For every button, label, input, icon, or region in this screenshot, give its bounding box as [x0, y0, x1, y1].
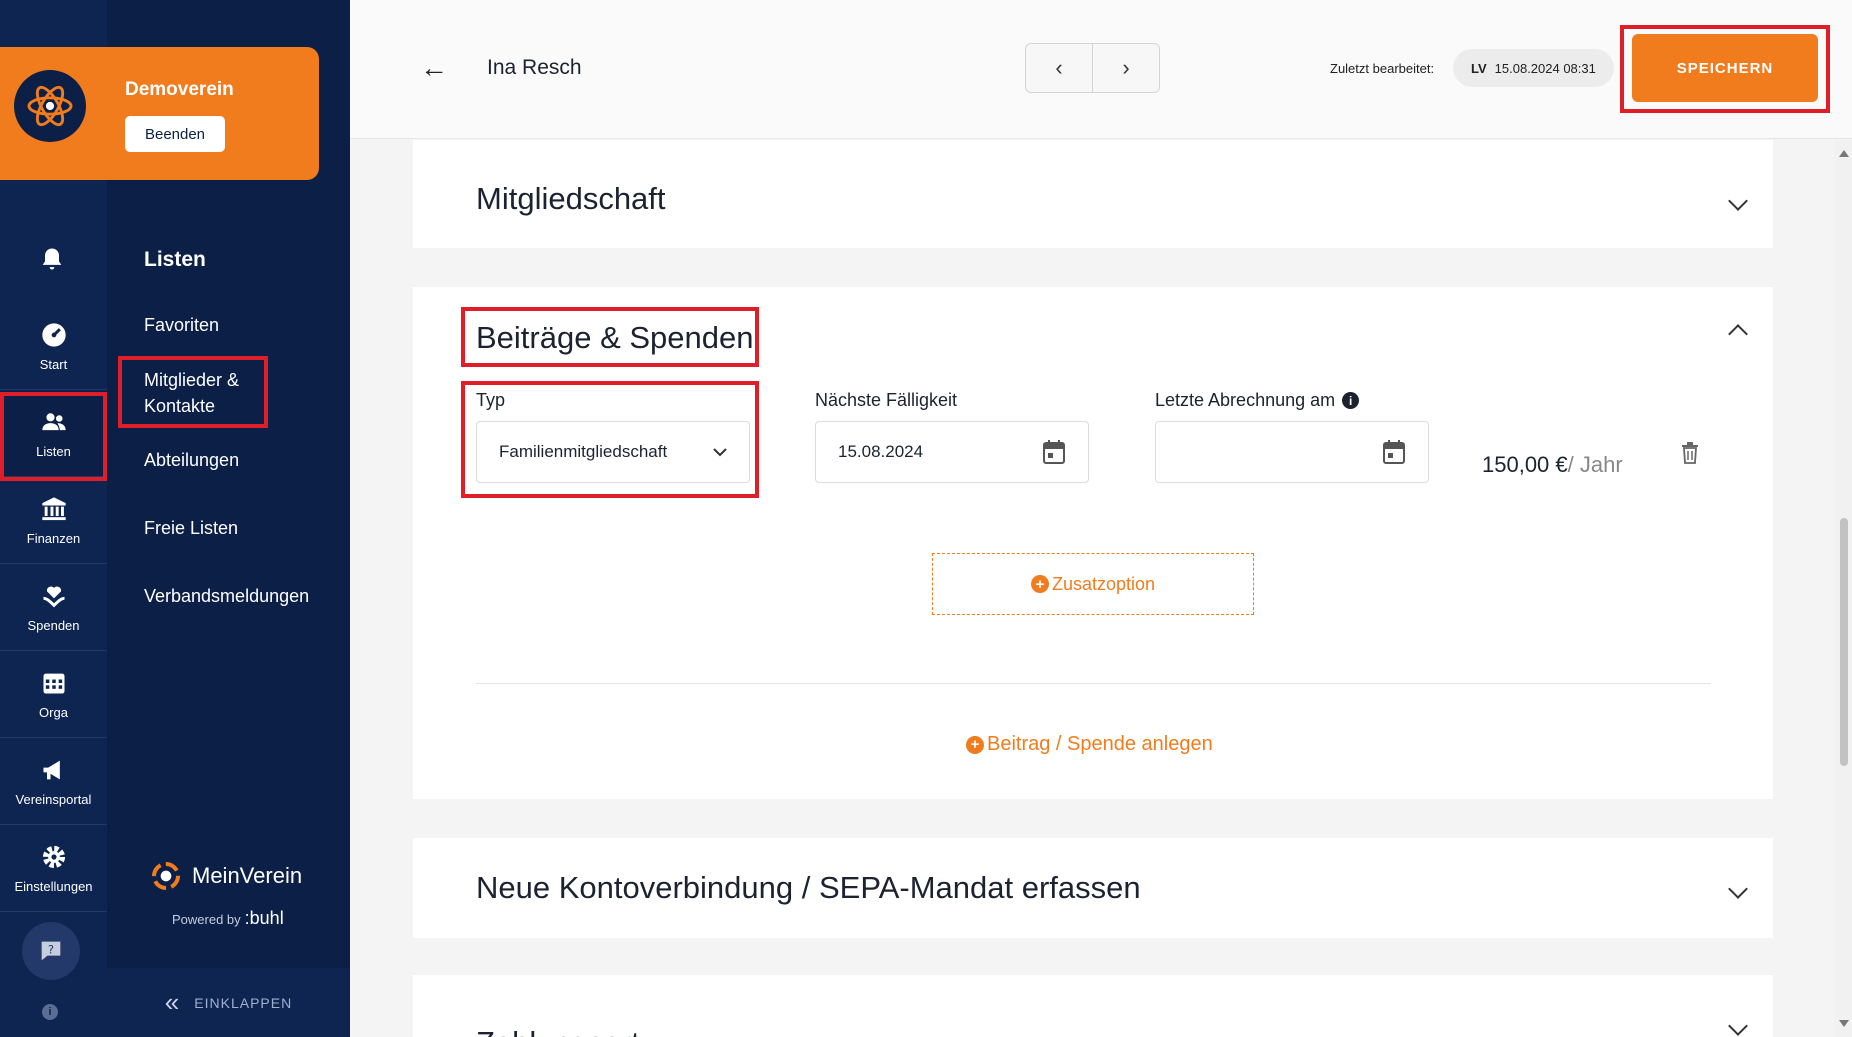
nav-title: Listen	[144, 248, 206, 271]
rail-item-finanzen[interactable]: Finanzen	[0, 478, 107, 564]
megaphone-icon	[43, 760, 60, 780]
chevron-down-icon[interactable]	[1728, 1016, 1748, 1036]
scroll-up-arrow-icon[interactable]	[1839, 150, 1849, 157]
editor-initials: LV	[1471, 60, 1487, 76]
club-logo-icon	[14, 70, 86, 142]
nav-item-mitglieder-kontakte[interactable]: Mitglieder & Kontakte	[144, 367, 264, 419]
chevron-up-icon[interactable]	[1728, 324, 1748, 344]
save-button[interactable]: SPEICHERN	[1632, 34, 1818, 102]
type-value: Familienmitgliedschaft	[499, 442, 668, 461]
amount-display: 150,00 €/ Jahr	[1482, 452, 1623, 478]
rail-item-label: Einstellungen	[14, 879, 93, 894]
users-icon	[41, 413, 66, 431]
rail-item-start[interactable]: Start	[0, 304, 107, 390]
due-date-value: 15.08.2024	[838, 442, 924, 461]
edited-at: 15.08.2024 08:31	[1494, 60, 1596, 76]
chevron-down-icon[interactable]	[1728, 191, 1748, 211]
due-date-label: Nächste Fälligkeit	[815, 390, 958, 410]
section-title: Neue Kontoverbindung / SEPA-Mandat erfas…	[476, 870, 1141, 905]
svg-text:?: ?	[48, 942, 54, 956]
add-contribution-button[interactable]: + Beitrag / Spende anlegen	[966, 733, 1213, 756]
rail-item-label: Start	[39, 357, 68, 372]
last-edited-label: Zuletzt bearbeitet:	[1330, 61, 1435, 76]
extra-option-label: Zusatzoption	[1051, 573, 1156, 594]
chevron-down-icon	[713, 448, 727, 457]
brand-logo: MeinVerein	[150, 860, 302, 892]
rail-item-label: Finanzen	[26, 531, 81, 546]
support-chat-button[interactable]: ?	[22, 922, 80, 980]
section-contributions: Beiträge & Spenden Typ Familienmitglieds…	[413, 287, 1773, 799]
section-payment-method[interactable]: Zahlungsart	[413, 975, 1773, 1037]
person-name: Ina Resch	[487, 56, 582, 79]
rail-item-orga[interactable]: Orga	[0, 652, 107, 738]
rail-item-listen[interactable]: Listen	[0, 391, 107, 477]
calendar-icon	[43, 673, 64, 694]
club-card: Demoverein Beenden	[0, 47, 319, 180]
info-icon[interactable]: i	[42, 1004, 58, 1020]
gear-icon	[42, 845, 65, 869]
nav-item-abteilungen[interactable]: Abteilungen	[144, 447, 239, 473]
section-title: Mitgliedschaft	[476, 181, 666, 216]
donation-icon	[42, 586, 65, 608]
last-billing-field[interactable]	[1155, 421, 1429, 483]
nav-item-freie-listen[interactable]: Freie Listen	[144, 515, 238, 541]
last-billing-label: Letzte Abrechnung am	[1155, 390, 1336, 410]
meinverein-logo-icon	[152, 862, 180, 890]
brand-name: MeinVerein	[192, 863, 303, 888]
last-edited-badge: LV 15.08.2024 08:31	[1453, 49, 1614, 87]
plus-circle-icon: +	[966, 735, 984, 754]
add-contribution-label: Beitrag / Spende anlegen	[987, 733, 1213, 755]
collapse-label: EINKLAPPEN	[194, 994, 293, 1011]
back-arrow-icon[interactable]: ←	[420, 52, 448, 84]
amount-period: / Jahr	[1567, 452, 1623, 477]
nav-item-favoriten[interactable]: Favoriten	[144, 312, 219, 338]
scrollbar-thumb[interactable]	[1840, 518, 1848, 766]
bell-icon[interactable]	[38, 245, 66, 278]
amount-value: 150,00 €	[1482, 452, 1568, 477]
scroll-down-arrow-icon[interactable]	[1839, 1020, 1849, 1027]
quit-button[interactable]: Beenden	[125, 116, 225, 152]
chevron-down-icon[interactable]	[1728, 879, 1748, 899]
club-name: Demoverein	[125, 79, 234, 100]
last-billing-label-wrap: Letzte Abrechnung am i	[1155, 390, 1360, 411]
plus-circle-icon: +	[1030, 575, 1049, 593]
rail-item-label: Vereinsportal	[15, 792, 92, 807]
chat-icon: ?	[41, 941, 61, 961]
rail-item-label: Orga	[39, 705, 68, 720]
next-record-button[interactable]: ›	[1093, 44, 1159, 92]
speedometer-icon	[41, 323, 66, 347]
powered-by: Powered by:buhl	[172, 908, 284, 929]
nav-item-verbandsmeldungen[interactable]: Verbandsmeldungen	[144, 583, 309, 609]
rail-item-vereinsportal[interactable]: Vereinsportal	[0, 739, 107, 825]
section-title: Beiträge & Spenden	[476, 320, 754, 355]
rail-item-label: Spenden	[27, 618, 80, 633]
type-label: Typ	[476, 390, 506, 410]
double-chevron-left-icon: «	[164, 987, 181, 1017]
trash-icon[interactable]	[1681, 442, 1699, 464]
rail-item-label: Listen	[36, 444, 71, 459]
rail-item-einstellungen[interactable]: Einstellungen	[0, 826, 107, 912]
section-membership[interactable]: Mitgliedschaft	[413, 140, 1773, 248]
rail-item-spenden[interactable]: Spenden	[0, 565, 107, 651]
info-icon[interactable]: i	[1342, 392, 1360, 409]
type-select[interactable]: Familienmitgliedschaft	[476, 421, 750, 483]
due-date-field[interactable]: 15.08.2024	[815, 421, 1089, 483]
record-pager: ‹ ›	[1025, 43, 1160, 93]
collapse-sidebar-button[interactable]: « EINKLAPPEN	[107, 968, 350, 1037]
bank-icon	[41, 497, 66, 521]
add-extra-option-button[interactable]: + Zusatzoption	[932, 553, 1254, 615]
section-title: Zahlungsart	[476, 1025, 640, 1037]
section-bank-account[interactable]: Neue Kontoverbindung / SEPA-Mandat erfas…	[413, 838, 1773, 938]
calendar-icon[interactable]	[1382, 439, 1406, 465]
buhl-logo: :buhl	[244, 908, 284, 928]
previous-record-button[interactable]: ‹	[1026, 44, 1093, 92]
scrollbar[interactable]	[1835, 140, 1852, 1037]
powered-by-label: Powered by	[172, 912, 241, 927]
calendar-icon[interactable]	[1042, 439, 1066, 465]
divider	[476, 683, 1711, 684]
